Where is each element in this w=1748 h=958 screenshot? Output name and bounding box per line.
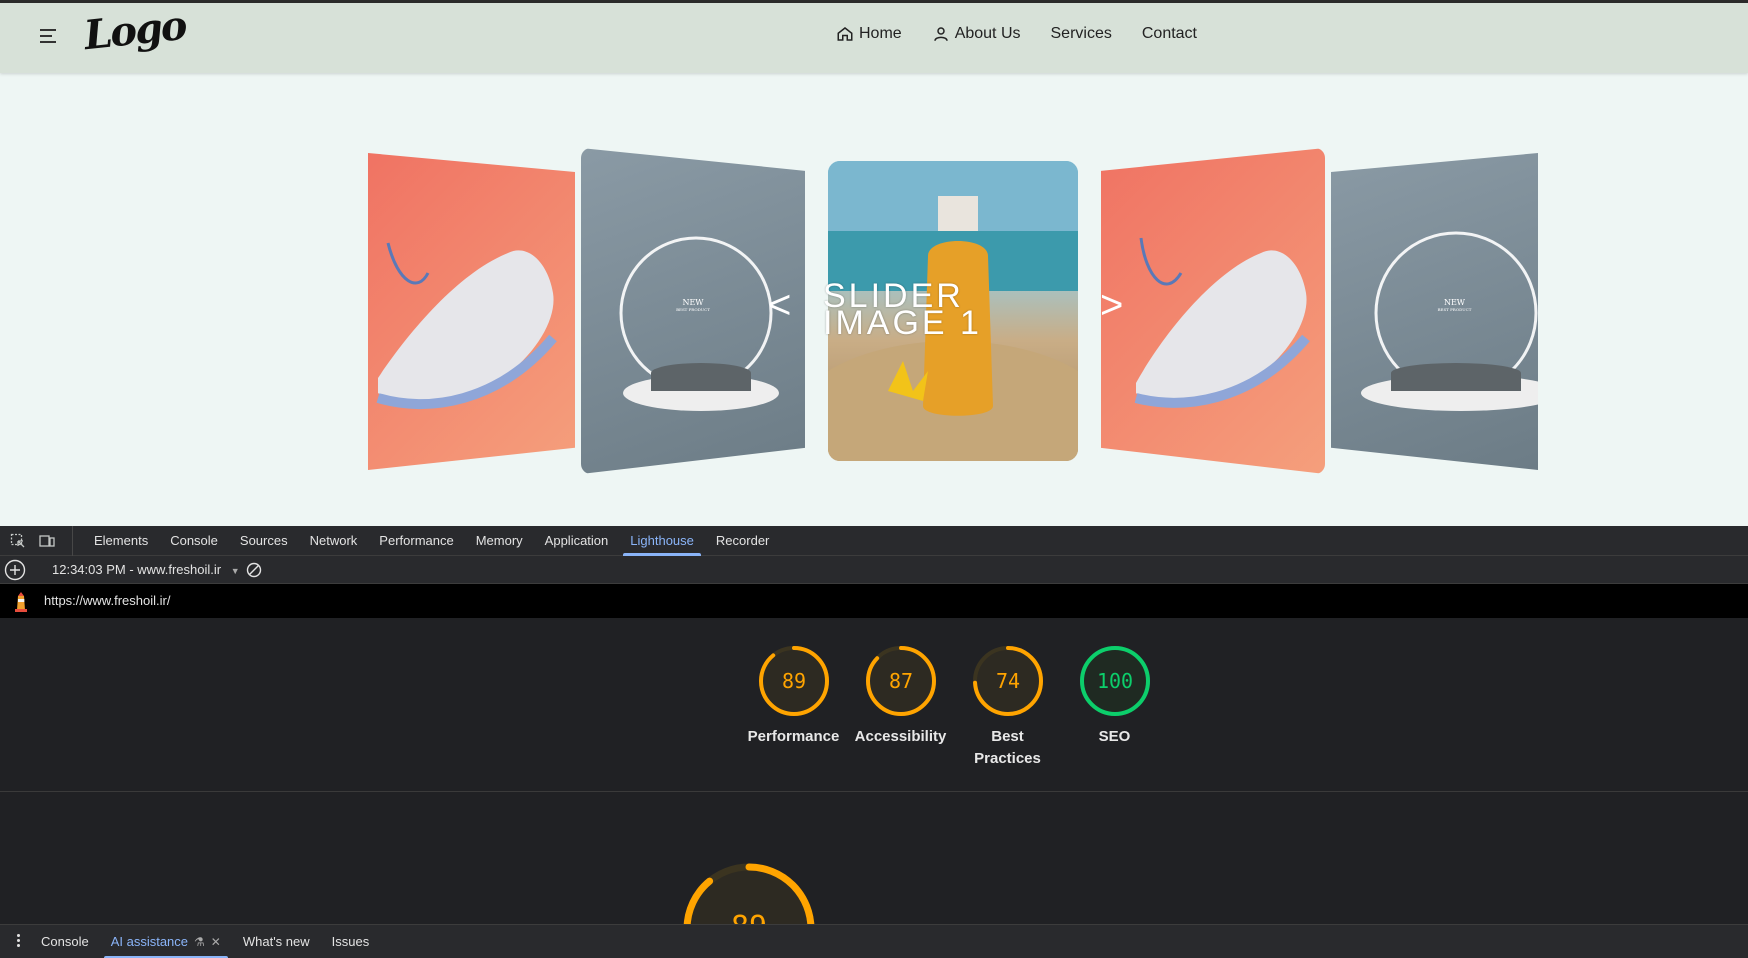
slider-prev-button[interactable]: < [768,283,791,328]
devtools-tabbar: Elements Console Sources Network Perform… [0,526,1748,556]
gauge-label: Accessibility [854,728,947,745]
slide-ring-image-2[interactable]: NEW BEST PRODUCT [1331,153,1538,470]
score-ring: 89 [758,646,829,716]
nav-services-label: Services [1050,25,1112,42]
devtools-panel: Elements Console Sources Network Perform… [0,526,1748,958]
score-ring: 87 [865,646,936,716]
sneaker-illustration-2 [1134,237,1310,408]
score-value: 74 [995,669,1019,693]
clear-reports-icon[interactable] [246,562,262,578]
score-ring: 100 [1079,646,1150,716]
slide-shoe-image[interactable] [368,153,575,470]
section-divider [0,791,1748,792]
score-gauges: 89 Performance 87 Accessibility 74 Best … [740,644,1168,770]
gauge-performance[interactable]: 89 Performance [740,644,847,770]
image-slider: NEW BEST PRODUCT NEW BEST PRODUCT < SLID… [0,73,1748,526]
slide-shoe-image-2[interactable] [1101,148,1325,474]
tab-network[interactable]: Network [299,526,369,556]
slider-next-button[interactable]: > [1100,283,1123,328]
report-selector-label: 12:34:03 PM - www.freshoil.ir [52,562,222,577]
more-options-icon[interactable] [12,934,24,950]
close-icon[interactable]: ✕ [211,925,221,958]
menu-icon[interactable] [40,29,60,45]
tab-performance[interactable]: Performance [368,526,464,556]
gauge-label: SEO [1098,728,1131,745]
drawer-tabs: Console AI assistance ⚗ ✕ What's new Iss… [30,925,380,958]
nav-contact-label: Contact [1141,25,1197,42]
gauge-label: Best Practices [974,728,1041,767]
slide-caption-line2: IMAGE 1 [823,304,982,342]
drawer-tab-console[interactable]: Console [30,925,100,958]
site-logo[interactable]: Logo [82,2,188,59]
gauge-accessibility[interactable]: 87 Accessibility [847,644,954,770]
sneaker-illustration [376,242,557,410]
nav-about[interactable]: About Us [932,25,1021,43]
devtools-drawer: Console AI assistance ⚗ ✕ What's new Iss… [0,924,1748,958]
tab-console[interactable]: Console [159,526,229,556]
score-value: 100 [1096,669,1132,693]
nav-home-label: Home [859,25,902,42]
devtools-tabs: Elements Console Sources Network Perform… [72,526,780,556]
main-nav: Home About Us Services Contact [836,25,1197,43]
new-report-icon[interactable] [4,559,26,581]
tab-application[interactable]: Application [534,526,620,556]
tab-lighthouse[interactable]: Lighthouse [619,526,705,556]
nav-home[interactable]: Home [836,25,902,43]
tab-sources[interactable]: Sources [229,526,299,556]
home-icon [837,27,853,41]
tab-memory[interactable]: Memory [465,526,534,556]
score-value: 89 [781,669,805,693]
ring-text-2: NEW BEST PRODUCT [1437,298,1472,312]
report-url-row: https://www.freshoil.ir/ [0,584,1748,618]
drawer-tab-whats-new[interactable]: What's new [232,925,321,958]
lighthouse-icon [15,592,27,612]
drawer-tab-issues[interactable]: Issues [321,925,381,958]
score-value: 87 [888,669,912,693]
lighthouse-toolbar: 12:34:03 PM - www.freshoil.ir ▼ [0,556,1748,584]
chevron-down-icon: ▼ [230,566,240,576]
flask-icon: ⚗ [194,935,205,949]
inspect-element-icon[interactable] [10,533,26,549]
report-url-link[interactable]: https://www.freshoil.ir/ [44,593,170,608]
nav-services[interactable]: Services [1051,25,1112,43]
gauge-label: Performance [747,728,840,745]
nav-about-label: About Us [954,25,1021,42]
report-selector[interactable]: 12:34:03 PM - www.freshoil.ir ▼ [52,562,240,577]
device-toolbar-icon[interactable] [39,533,55,549]
tab-recorder[interactable]: Recorder [705,526,780,556]
gauge-best-practices[interactable]: 74 Best Practices [954,644,1061,770]
site-header: Logo Home About Us Services Contact [0,2,1748,73]
drawer-tab-ai-assistance[interactable]: AI assistance ⚗ ✕ [100,925,232,958]
score-ring: 74 [972,646,1043,716]
tab-elements[interactable]: Elements [83,526,159,556]
gauge-seo[interactable]: 100 SEO [1061,644,1168,770]
user-icon [933,27,948,41]
nav-contact[interactable]: Contact [1142,25,1197,43]
slide-caption: SLIDER IMAGE 1 [823,279,982,342]
